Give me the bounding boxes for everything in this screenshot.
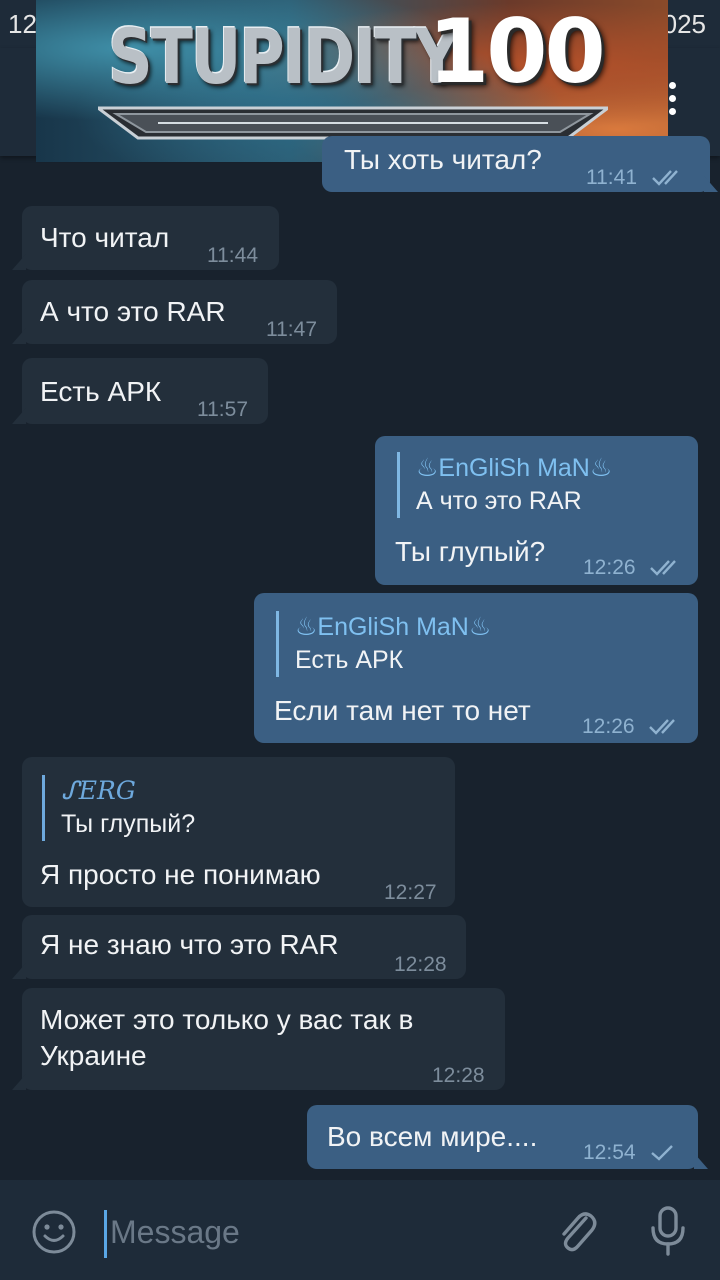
message-input[interactable] <box>110 1202 530 1262</box>
message-composer <box>0 1180 720 1280</box>
text-cursor <box>104 1210 107 1258</box>
message-time: 12:28 <box>432 1064 485 1087</box>
chat-screen: 12 025 STUPIDITY 100 Ты хоть читал? 11:4… <box>0 0 720 1280</box>
message-bubble-outgoing[interactable]: Во всем мире.... 12:54 <box>307 1105 698 1169</box>
message-text: Во всем мире.... <box>327 1121 538 1152</box>
message-bubble-outgoing[interactable]: ♨EnGliSh MaN♨ А что это RAR Ты глупый? 1… <box>375 436 698 585</box>
smiley-icon[interactable] <box>30 1208 78 1256</box>
message-bubble-incoming[interactable]: Может это только у вас так в Украине 12:… <box>22 988 505 1090</box>
reply-preview[interactable]: ♨EnGliSh MaN♨ Есть АРК <box>276 611 491 677</box>
message-bubble-incoming[interactable]: Что читал 11:44 <box>22 206 279 270</box>
message-text: Ты хоть читал? <box>344 144 542 175</box>
message-time: 12:28 <box>394 953 447 976</box>
message-text-line-2: Украине <box>40 1040 147 1071</box>
reply-author: ♨EnGliSh MaN♨ <box>416 454 613 482</box>
reply-text: А что это RAR <box>416 487 582 515</box>
message-time: 11:47 <box>266 318 317 341</box>
message-text: Если там нет то нет <box>274 695 531 726</box>
message-text: Есть АРК <box>40 376 162 407</box>
message-bubble-outgoing[interactable]: ♨EnGliSh MaN♨ Есть АРК Если там нет то н… <box>254 593 698 743</box>
bubble-tail <box>12 963 26 979</box>
status-clock-right: 025 <box>662 9 706 39</box>
paperclip-icon[interactable] <box>552 1206 600 1256</box>
reply-text: Есть АРК <box>295 646 404 674</box>
double-check-icon <box>651 170 678 187</box>
message-meta: 12:54 <box>583 1135 675 1171</box>
message-bubble-incoming[interactable]: Я не знаю что это RAR 12:28 <box>22 915 466 979</box>
message-text: Я не знаю что это RAR <box>40 929 339 960</box>
message-time: 11:44 <box>207 244 258 267</box>
single-check-icon <box>651 1145 674 1162</box>
message-time: 12:54 <box>583 1141 636 1164</box>
reply-text: Ты глупый? <box>61 810 196 838</box>
reply-author: ♨EnGliSh MaN♨ <box>295 613 492 641</box>
reply-author: ᔑERG <box>61 776 136 805</box>
bubble-tail <box>704 176 718 192</box>
double-check-icon <box>649 719 676 736</box>
message-text: Что читал <box>40 222 170 253</box>
message-time: 12:26 <box>582 715 635 738</box>
message-time: 11:57 <box>197 398 248 421</box>
microphone-icon[interactable] <box>648 1204 688 1258</box>
bubble-tail <box>12 1074 26 1090</box>
message-time: 12:26 <box>583 556 636 579</box>
reply-preview[interactable]: ᔑERG Ты глупый? <box>42 775 195 841</box>
message-meta: 12:26 <box>582 709 682 745</box>
meme-caption: STUPIDITY <box>108 12 460 102</box>
meme-level: 100 <box>428 0 606 103</box>
message-time: 12:27 <box>384 881 437 904</box>
reply-preview[interactable]: ♨EnGliSh MaN♨ А что это RAR <box>397 452 612 518</box>
message-bubble-outgoing[interactable]: Ты хоть читал? 11:41 <box>322 136 710 192</box>
chat-history: Ты хоть читал? 11:41 Что читал 11:44 А ч… <box>0 136 720 1180</box>
status-time: 12 <box>8 9 37 39</box>
message-text-line-1: Может это только у вас так в <box>40 1004 414 1035</box>
message-bubble-incoming[interactable]: Есть АРК 11:57 <box>22 358 268 424</box>
bubble-tail <box>694 1153 708 1169</box>
message-bubble-incoming[interactable]: ᔑERG Ты глупый? Я просто не понимаю 12:2… <box>22 757 455 907</box>
message-meta: 12:26 <box>583 550 683 586</box>
message-text: Ты глупый? <box>395 536 546 567</box>
message-text: А что это RAR <box>40 296 226 327</box>
message-bubble-incoming[interactable]: А что это RAR 11:47 <box>22 280 337 344</box>
message-text: Я просто не понимаю <box>40 859 321 890</box>
message-time: 11:41 <box>586 166 637 189</box>
double-check-icon <box>650 560 677 577</box>
message-meta: 11:41 <box>586 160 685 196</box>
